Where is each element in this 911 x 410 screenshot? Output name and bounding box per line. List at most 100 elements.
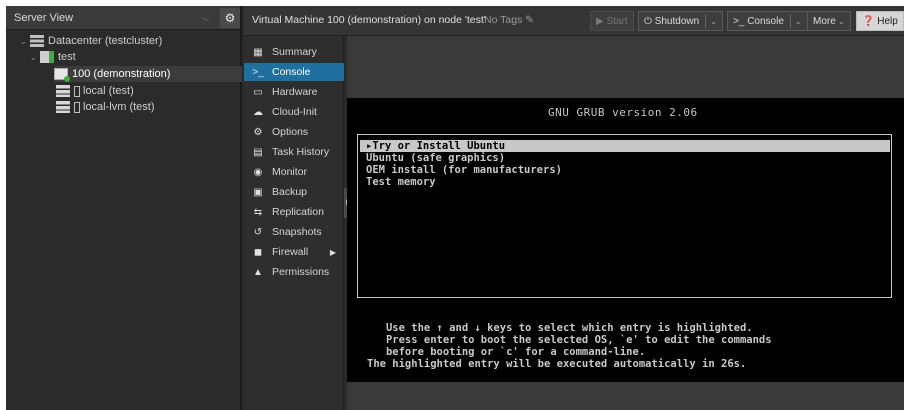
chevron-down-icon[interactable]: ⌄ [710, 17, 717, 26]
book-icon: ▦ [253, 46, 263, 58]
database-icon [56, 101, 70, 113]
server-icon [40, 51, 54, 63]
expand-icon[interactable]: ⌄ [30, 53, 40, 62]
grub-timeout-line: The highlighted entry will be executed a… [367, 358, 747, 370]
console-padding-bottom [347, 382, 904, 410]
retweet-icon: ⇆ [253, 206, 263, 218]
nav-item-label: Snapshots [272, 226, 322, 238]
storage-icon [74, 101, 80, 113]
more-button[interactable]: More ⌄ [807, 11, 851, 31]
nav-item-permissions[interactable]: ▲ Permissions [244, 263, 344, 281]
console-padding-top [347, 36, 904, 98]
start-label: Start [606, 15, 628, 27]
tree-node-label: Datacenter (testcluster) [48, 35, 163, 47]
question-icon: ❓ [862, 15, 878, 27]
expand-icon[interactable]: ⌄ [20, 37, 30, 46]
grub-help-line: Use the ↑ and ↓ keys to select which ent… [367, 322, 753, 334]
console-label: Console [747, 15, 784, 27]
history-icon: ↺ [253, 226, 263, 238]
grub-entry-label: Ubuntu (safe graphics) [366, 152, 506, 164]
tree-node-label: 100 (demonstration) [72, 68, 171, 80]
vm-toolbar: Virtual Machine 100 (demonstration) on n… [244, 6, 904, 36]
shutdown-button[interactable]: ⏻ Shutdown ⌄ [638, 11, 723, 31]
monitor-icon: ▭ [253, 86, 263, 98]
grub-help-line: Press enter to boot the selected OS, `e'… [367, 334, 772, 346]
play-icon: ▶ [596, 15, 607, 27]
console-button[interactable]: >_ Console ⌄ [727, 11, 808, 31]
nav-item-monitor[interactable]: ◉ Monitor [244, 163, 344, 181]
nav-item-label: Backup [272, 186, 308, 198]
grub-entry[interactable]: OEM install (for manufacturers) [360, 164, 890, 176]
vm-nav-menu: ▦ Summary >_ Console ▭ Hardware ☁ Cloud-… [244, 36, 344, 410]
nav-item-label: Options [272, 126, 309, 138]
vm-console-screen[interactable]: GNU GRUB version 2.06 ▸Try or Install Ub… [347, 98, 904, 382]
list-icon: ▤ [253, 146, 263, 158]
nav-item-summary[interactable]: ▦ Summary [244, 43, 344, 61]
grub-entry[interactable]: Test memory [360, 176, 890, 188]
nav-item-options[interactable]: ⚙ Options [244, 123, 344, 141]
vm-title: Virtual Machine 100 (demonstration) on n… [252, 14, 486, 26]
gear-icon[interactable]: ⚙ [220, 8, 240, 28]
datacenter-icon [30, 35, 44, 47]
grub-entry-label: Test memory [366, 176, 436, 188]
chevron-right-icon: ▶ [329, 247, 336, 257]
nav-item-label: Hardware [272, 86, 318, 98]
nav-item-label: Permissions [272, 266, 330, 278]
grub-entry-selected[interactable]: ▸Try or Install Ubuntu [360, 140, 890, 152]
terminal-icon: >_ [252, 66, 264, 78]
tree-node-vm-100[interactable]: 100 (demonstration) [54, 66, 242, 82]
tree-node-datacenter[interactable]: ⌄ Datacenter (testcluster) [20, 33, 162, 49]
start-button[interactable]: ▶ Start [590, 11, 634, 31]
pencil-icon[interactable]: ✎ [525, 14, 534, 26]
power-icon: ⏻ [644, 15, 655, 27]
tree-node-storage-local[interactable]: local (test) [56, 83, 134, 99]
nav-item-label: Summary [272, 46, 317, 58]
nav-item-label: Cloud-Init [272, 106, 317, 118]
tags-field[interactable]: No Tags ✎ [484, 14, 534, 26]
gear-icon: ⚙ [253, 126, 263, 138]
shutdown-label: Shutdown [654, 15, 700, 27]
grub-menu: ▸Try or Install Ubuntu Ubuntu (safe grap… [357, 134, 892, 298]
chevron-down-icon[interactable]: ⌵ [198, 10, 214, 26]
app-window: Server View ⌵ ⚙ ⌄ Datacenter (testcluste… [6, 6, 904, 410]
nav-item-replication[interactable]: ⇆ Replication [244, 203, 344, 221]
help-label: Help [877, 15, 898, 27]
floppy-icon: ▣ [253, 186, 263, 198]
tree-node-label: local-lvm (test) [83, 101, 155, 113]
nav-item-label: Firewall [272, 246, 309, 258]
terminal-icon: >_ [733, 15, 748, 27]
tree-node-label: local (test) [83, 85, 134, 97]
nav-item-cloud-init[interactable]: ☁ Cloud-Init [244, 103, 344, 121]
nav-item-task-history[interactable]: ▤ Task History [244, 143, 344, 161]
nav-item-firewall[interactable]: ◼ Firewall ▶ [244, 243, 344, 261]
shield-icon: ◼ [253, 246, 263, 258]
nav-item-label: Console [272, 66, 311, 78]
grub-entry-label: OEM install (for manufacturers) [366, 164, 562, 176]
nav-item-hardware[interactable]: ▭ Hardware [244, 83, 344, 101]
chevron-down-icon: ⌄ [835, 16, 845, 26]
tree-node-test[interactable]: ⌄ test [30, 49, 76, 65]
cloud-icon: ☁ [253, 106, 263, 118]
grub-entry[interactable]: Ubuntu (safe graphics) [360, 152, 890, 164]
help-button[interactable]: ❓ Help [856, 11, 904, 31]
resource-tree: Server View ⌵ ⚙ ⌄ Datacenter (testcluste… [6, 6, 242, 410]
tree-header: Server View ⌵ ⚙ [6, 6, 240, 30]
view-selector[interactable]: Server View [14, 12, 73, 24]
unlock-icon: ▲ [253, 266, 263, 278]
nav-item-console[interactable]: >_ Console [244, 63, 344, 81]
grub-help-line: before booting or `c' for a command-line… [367, 346, 646, 358]
database-icon [56, 85, 70, 97]
chevron-down-icon[interactable]: ⌄ [795, 17, 802, 26]
grub-entry-label: Try or Install Ubuntu [372, 140, 506, 152]
tags-label: No Tags [484, 14, 523, 26]
nav-item-backup[interactable]: ▣ Backup [244, 183, 344, 201]
nav-item-snapshots[interactable]: ↺ Snapshots [244, 223, 344, 241]
nav-item-label: Monitor [272, 166, 308, 178]
nav-item-label: Replication [272, 206, 324, 218]
vm-running-icon [54, 68, 70, 82]
tree-node-label: test [58, 51, 76, 63]
nav-item-label: Task History [272, 146, 330, 158]
grub-version: GNU GRUB version 2.06 [548, 106, 698, 119]
tree-node-storage-local-lvm[interactable]: local-lvm (test) [56, 99, 155, 115]
eye-icon: ◉ [253, 166, 263, 178]
